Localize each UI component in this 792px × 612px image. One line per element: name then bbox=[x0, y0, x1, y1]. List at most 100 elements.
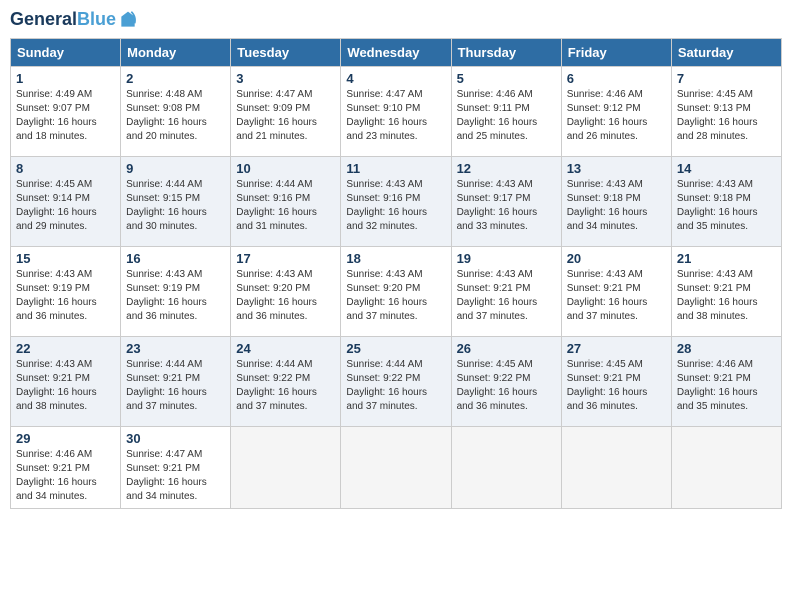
day-info: Sunrise: 4:44 AM Sunset: 9:15 PM Dayligh… bbox=[126, 178, 225, 234]
calendar-cell: 27 Sunrise: 4:45 AM Sunset: 9:21 PM Dayli… bbox=[561, 337, 671, 427]
day-info: Sunrise: 4:43 AM Sunset: 9:19 PM Dayligh… bbox=[126, 268, 225, 324]
day-info: Sunrise: 4:47 AM Sunset: 9:09 PM Dayligh… bbox=[236, 88, 335, 144]
day-number: 18 bbox=[346, 251, 445, 266]
calendar-cell: 10 Sunrise: 4:44 AM Sunset: 9:16 PM Dayli… bbox=[231, 157, 341, 247]
page: GeneralBlue SundayMondayTuesdayWednesday… bbox=[0, 0, 792, 612]
day-info: Sunrise: 4:46 AM Sunset: 9:21 PM Dayligh… bbox=[16, 448, 115, 504]
day-number: 29 bbox=[16, 431, 115, 446]
calendar-cell: 3 Sunrise: 4:47 AM Sunset: 9:09 PM Daylig… bbox=[231, 67, 341, 157]
logo-icon bbox=[118, 10, 138, 30]
day-info: Sunrise: 4:43 AM Sunset: 9:20 PM Dayligh… bbox=[236, 268, 335, 324]
day-number: 3 bbox=[236, 71, 335, 86]
day-info: Sunrise: 4:43 AM Sunset: 9:18 PM Dayligh… bbox=[567, 178, 666, 234]
calendar-cell: 17 Sunrise: 4:43 AM Sunset: 9:20 PM Dayli… bbox=[231, 247, 341, 337]
day-number: 1 bbox=[16, 71, 115, 86]
day-number: 24 bbox=[236, 341, 335, 356]
day-info: Sunrise: 4:48 AM Sunset: 9:08 PM Dayligh… bbox=[126, 88, 225, 144]
day-number: 25 bbox=[346, 341, 445, 356]
day-number: 30 bbox=[126, 431, 225, 446]
day-info: Sunrise: 4:45 AM Sunset: 9:13 PM Dayligh… bbox=[677, 88, 776, 144]
calendar-cell: 1 Sunrise: 4:49 AM Sunset: 9:07 PM Daylig… bbox=[11, 67, 121, 157]
calendar-cell bbox=[231, 427, 341, 509]
calendar-cell: 23 Sunrise: 4:44 AM Sunset: 9:21 PM Dayli… bbox=[121, 337, 231, 427]
calendar-cell bbox=[341, 427, 451, 509]
day-info: Sunrise: 4:44 AM Sunset: 9:22 PM Dayligh… bbox=[346, 358, 445, 414]
day-number: 12 bbox=[457, 161, 556, 176]
day-header-saturday: Saturday bbox=[671, 39, 781, 67]
day-number: 4 bbox=[346, 71, 445, 86]
day-info: Sunrise: 4:43 AM Sunset: 9:21 PM Dayligh… bbox=[677, 268, 776, 324]
day-info: Sunrise: 4:43 AM Sunset: 9:16 PM Dayligh… bbox=[346, 178, 445, 234]
day-info: Sunrise: 4:43 AM Sunset: 9:17 PM Dayligh… bbox=[457, 178, 556, 234]
day-info: Sunrise: 4:43 AM Sunset: 9:21 PM Dayligh… bbox=[457, 268, 556, 324]
day-info: Sunrise: 4:45 AM Sunset: 9:22 PM Dayligh… bbox=[457, 358, 556, 414]
day-number: 27 bbox=[567, 341, 666, 356]
calendar-cell: 25 Sunrise: 4:44 AM Sunset: 9:22 PM Dayli… bbox=[341, 337, 451, 427]
day-number: 16 bbox=[126, 251, 225, 266]
calendar-cell: 19Sunrise: 4:43 AM Sunset: 9:21 PM Dayli… bbox=[451, 247, 561, 337]
day-info: Sunrise: 4:43 AM Sunset: 9:20 PM Dayligh… bbox=[346, 268, 445, 324]
day-info: Sunrise: 4:47 AM Sunset: 9:10 PM Dayligh… bbox=[346, 88, 445, 144]
logo: GeneralBlue bbox=[10, 10, 138, 30]
day-number: 22 bbox=[16, 341, 115, 356]
calendar-cell: 16 Sunrise: 4:43 AM Sunset: 9:19 PM Dayli… bbox=[121, 247, 231, 337]
day-header-wednesday: Wednesday bbox=[341, 39, 451, 67]
day-info: Sunrise: 4:43 AM Sunset: 9:21 PM Dayligh… bbox=[567, 268, 666, 324]
day-header-sunday: Sunday bbox=[11, 39, 121, 67]
calendar-cell: 7 Sunrise: 4:45 AM Sunset: 9:13 PM Daylig… bbox=[671, 67, 781, 157]
day-number: 11 bbox=[346, 161, 445, 176]
calendar-cell bbox=[451, 427, 561, 509]
day-number: 2 bbox=[126, 71, 225, 86]
day-info: Sunrise: 4:43 AM Sunset: 9:19 PM Dayligh… bbox=[16, 268, 115, 324]
day-number: 15 bbox=[16, 251, 115, 266]
day-number: 6 bbox=[567, 71, 666, 86]
calendar-cell: 28Sunrise: 4:46 AM Sunset: 9:21 PM Dayli… bbox=[671, 337, 781, 427]
day-number: 17 bbox=[236, 251, 335, 266]
calendar: SundayMondayTuesdayWednesdayThursdayFrid… bbox=[10, 38, 782, 509]
calendar-cell: 2 Sunrise: 4:48 AM Sunset: 9:08 PM Daylig… bbox=[121, 67, 231, 157]
day-info: Sunrise: 4:45 AM Sunset: 9:14 PM Dayligh… bbox=[16, 178, 115, 234]
day-info: Sunrise: 4:44 AM Sunset: 9:21 PM Dayligh… bbox=[126, 358, 225, 414]
header: GeneralBlue bbox=[10, 10, 782, 30]
day-info: Sunrise: 4:44 AM Sunset: 9:22 PM Dayligh… bbox=[236, 358, 335, 414]
day-info: Sunrise: 4:43 AM Sunset: 9:21 PM Dayligh… bbox=[16, 358, 115, 414]
day-number: 23 bbox=[126, 341, 225, 356]
calendar-cell: 11 Sunrise: 4:43 AM Sunset: 9:16 PM Dayli… bbox=[341, 157, 451, 247]
calendar-cell: 14Sunrise: 4:43 AM Sunset: 9:18 PM Dayli… bbox=[671, 157, 781, 247]
calendar-week-row: 29 Sunrise: 4:46 AM Sunset: 9:21 PM Dayli… bbox=[11, 427, 782, 509]
day-number: 10 bbox=[236, 161, 335, 176]
calendar-cell bbox=[671, 427, 781, 509]
calendar-cell: 8 Sunrise: 4:45 AM Sunset: 9:14 PM Daylig… bbox=[11, 157, 121, 247]
day-info: Sunrise: 4:45 AM Sunset: 9:21 PM Dayligh… bbox=[567, 358, 666, 414]
day-number: 7 bbox=[677, 71, 776, 86]
day-number: 26 bbox=[457, 341, 556, 356]
day-number: 8 bbox=[16, 161, 115, 176]
calendar-week-row: 22 Sunrise: 4:43 AM Sunset: 9:21 PM Dayli… bbox=[11, 337, 782, 427]
day-number: 21 bbox=[677, 251, 776, 266]
calendar-cell: 15 Sunrise: 4:43 AM Sunset: 9:19 PM Dayli… bbox=[11, 247, 121, 337]
day-number: 5 bbox=[457, 71, 556, 86]
calendar-cell: 26 Sunrise: 4:45 AM Sunset: 9:22 PM Dayli… bbox=[451, 337, 561, 427]
calendar-cell: 29 Sunrise: 4:46 AM Sunset: 9:21 PM Dayli… bbox=[11, 427, 121, 509]
day-info: Sunrise: 4:44 AM Sunset: 9:16 PM Dayligh… bbox=[236, 178, 335, 234]
day-info: Sunrise: 4:49 AM Sunset: 9:07 PM Dayligh… bbox=[16, 88, 115, 144]
calendar-cell: 6 Sunrise: 4:46 AM Sunset: 9:12 PM Daylig… bbox=[561, 67, 671, 157]
calendar-cell: 5 Sunrise: 4:46 AM Sunset: 9:11 PM Daylig… bbox=[451, 67, 561, 157]
calendar-cell: 12 Sunrise: 4:43 AM Sunset: 9:17 PM Dayli… bbox=[451, 157, 561, 247]
day-header-tuesday: Tuesday bbox=[231, 39, 341, 67]
day-header-friday: Friday bbox=[561, 39, 671, 67]
day-number: 13 bbox=[567, 161, 666, 176]
calendar-cell: 30 Sunrise: 4:47 AM Sunset: 9:21 PM Dayli… bbox=[121, 427, 231, 509]
day-info: Sunrise: 4:47 AM Sunset: 9:21 PM Dayligh… bbox=[126, 448, 225, 504]
day-number: 28 bbox=[677, 341, 776, 356]
day-info: Sunrise: 4:46 AM Sunset: 9:11 PM Dayligh… bbox=[457, 88, 556, 144]
logo-text: GeneralBlue bbox=[10, 10, 116, 30]
calendar-cell: 22 Sunrise: 4:43 AM Sunset: 9:21 PM Dayli… bbox=[11, 337, 121, 427]
day-number: 14 bbox=[677, 161, 776, 176]
calendar-cell: 24 Sunrise: 4:44 AM Sunset: 9:22 PM Dayli… bbox=[231, 337, 341, 427]
calendar-cell: 4 Sunrise: 4:47 AM Sunset: 9:10 PM Daylig… bbox=[341, 67, 451, 157]
day-number: 9 bbox=[126, 161, 225, 176]
day-info: Sunrise: 4:46 AM Sunset: 9:12 PM Dayligh… bbox=[567, 88, 666, 144]
calendar-cell: 9 Sunrise: 4:44 AM Sunset: 9:15 PM Daylig… bbox=[121, 157, 231, 247]
calendar-header-row: SundayMondayTuesdayWednesdayThursdayFrid… bbox=[11, 39, 782, 67]
